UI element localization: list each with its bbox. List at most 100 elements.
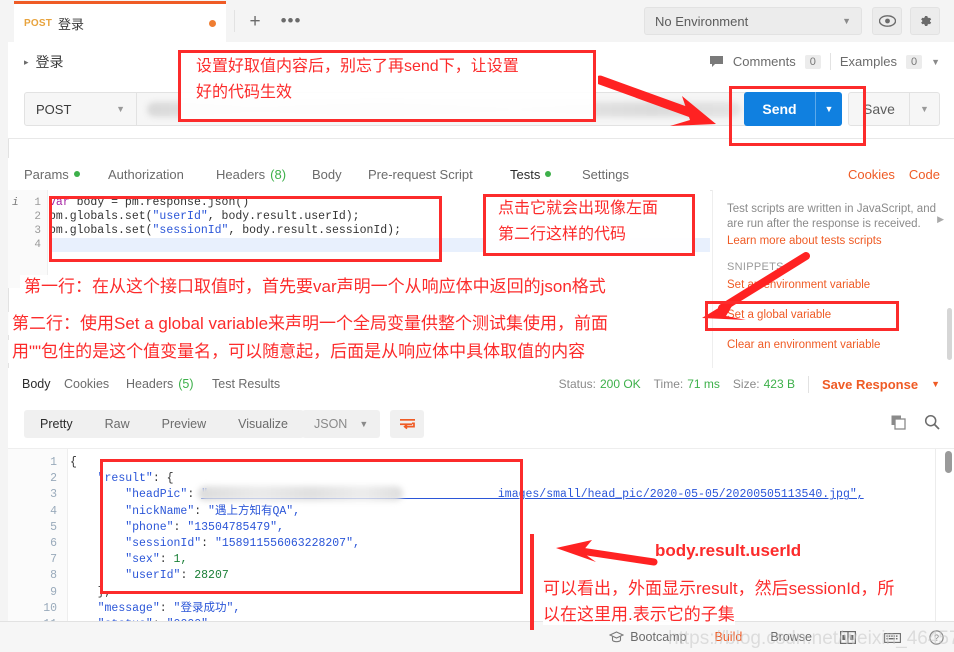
search-icon[interactable]	[924, 414, 940, 430]
wrap-lines-button[interactable]	[390, 410, 424, 438]
save-response-button[interactable]: Save Response	[822, 377, 918, 392]
cookies-link[interactable]: Cookies	[848, 167, 895, 182]
annotation-text-click-line1: 点击它就会出现像左面	[498, 200, 659, 217]
json-key-message: "message"	[97, 601, 160, 615]
new-tab-button[interactable]: +	[240, 8, 270, 34]
comments-count: 0	[804, 54, 821, 69]
tab-tests[interactable]: Tests	[510, 158, 552, 192]
view-visualize[interactable]: Visualize	[222, 410, 304, 438]
tab-more-button[interactable]: •••	[276, 8, 306, 34]
snippets-description: Test scripts are written in JavaScript, …	[727, 203, 936, 230]
response-tab-cookies[interactable]: Cookies	[64, 368, 109, 400]
breadcrumb[interactable]: ▸ 登录	[24, 52, 64, 72]
view-preview[interactable]: Preview	[146, 410, 222, 438]
response-tabs: Body Cookies Headers (5) Test Results St…	[8, 368, 954, 402]
tab-count: (5)	[178, 377, 194, 391]
response-tab-body[interactable]: Body	[22, 368, 51, 402]
tab-label: Params	[24, 166, 69, 182]
breadcrumb-label: 登录	[35, 54, 64, 70]
two-pane-button[interactable]	[826, 630, 870, 644]
view-raw[interactable]: Raw	[89, 410, 146, 438]
annotation-text-send-line2: 好的代码生效	[196, 84, 293, 101]
status-label: Status:	[558, 377, 596, 391]
tab-label: Body	[312, 166, 342, 182]
copy-icon[interactable]	[891, 415, 906, 430]
annotation-text-body-result-userid: body.result.userId	[655, 541, 802, 560]
gear-icon	[921, 16, 932, 26]
request-tab-name: 登录	[58, 16, 85, 32]
headpic-blurred-value	[198, 486, 403, 501]
annotation-arrow-userid	[556, 540, 658, 566]
response-scrollbar[interactable]	[945, 451, 952, 473]
bootcamp-label: Bootcamp	[630, 630, 687, 644]
tab-label: Settings	[582, 166, 629, 182]
response-view-segments: Pretty Raw Preview Visualize	[24, 410, 304, 438]
snippet-clear-environment-variable[interactable]: Clear an environment variable	[727, 339, 940, 351]
snippets-scrollbar[interactable]	[947, 308, 952, 360]
tab-settings[interactable]: Settings	[582, 158, 629, 190]
tab-label: Cookies	[64, 377, 110, 391]
response-gutter: 1234567891011	[8, 449, 68, 622]
build-button[interactable]: Build	[701, 630, 757, 644]
tab-label: Body	[22, 377, 51, 391]
unsaved-dot-icon	[209, 19, 216, 27]
svg-text:?: ?	[934, 633, 939, 643]
save-chevron-down-icon[interactable]: ▼	[910, 92, 940, 126]
http-method-select[interactable]: POST ▼	[24, 92, 137, 126]
annotation-text-send-line1: 设置好取值内容后，别忘了再send下，让设置	[196, 58, 519, 75]
size-label: Size:	[732, 377, 760, 391]
time-label: Time:	[653, 377, 684, 391]
code-link[interactable]: Code	[909, 167, 940, 182]
settings-button[interactable]	[910, 7, 940, 35]
examples-label[interactable]: Examples	[840, 54, 897, 69]
request-tabs-right: Cookies Code	[848, 158, 940, 190]
chevron-down-icon: ▼	[116, 104, 125, 114]
tab-label: Headers	[216, 166, 266, 182]
response-tab-test-results[interactable]: Test Results	[212, 368, 280, 400]
chevron-down-icon: ▼	[842, 16, 851, 26]
request-tab-login[interactable]: POST 登录	[14, 1, 226, 42]
snippets-collapse-icon[interactable]: ▶	[937, 214, 944, 225]
response-format-select[interactable]: JSON ▼	[302, 410, 381, 438]
annotation-box-result	[100, 459, 523, 594]
comment-icon	[709, 55, 723, 67]
response-tab-headers[interactable]: Headers (5)	[126, 368, 194, 400]
editor-info-icon: i	[12, 197, 19, 209]
annotation-text-line3: 用""包住的是这个值变量名，可以随意起，后面是从响应体中具体取值的内容	[8, 340, 590, 363]
annotation-arrow-send	[598, 75, 716, 126]
environment-quick-look-button[interactable]	[872, 7, 902, 35]
tab-body[interactable]: Body	[312, 158, 342, 190]
tab-separator	[234, 10, 235, 32]
tab-pre-request-script[interactable]: Pre-request Script	[368, 158, 473, 190]
eye-icon	[878, 15, 896, 27]
active-dot-icon	[73, 171, 80, 177]
environment-selector[interactable]: No Environment ▼	[644, 7, 862, 35]
response-right-tools	[891, 414, 940, 430]
keyboard-icon	[884, 631, 901, 643]
examples-chevron-down-icon[interactable]: ▼	[931, 57, 940, 67]
help-button[interactable]: ?	[915, 629, 954, 645]
chevron-right-icon: ▸	[24, 56, 29, 67]
annotation-text-bottom-line1: 可以看出，外面显示result，然后sessionId，所	[543, 578, 895, 599]
tab-headers[interactable]: Headers (8)	[216, 158, 286, 190]
annotation-text-click-line2: 第二行这样的代码	[498, 226, 627, 243]
save-response-chevron-down-icon[interactable]: ▼	[931, 379, 940, 389]
status-bar: Bootcamp Build Browse ?	[0, 621, 954, 652]
postman-window: POST 登录 + ••• No Environment ▼ ▸ 登录 Comm…	[0, 0, 954, 652]
two-pane-icon	[840, 630, 856, 644]
tab-authorization[interactable]: Authorization	[108, 158, 184, 190]
editor-gutter: i1234	[8, 190, 48, 288]
keyboard-shortcuts-button[interactable]	[870, 631, 915, 643]
view-pretty[interactable]: Pretty	[24, 410, 89, 438]
browse-button[interactable]: Browse	[756, 630, 826, 644]
tab-strip: POST 登录 + ••• No Environment ▼	[8, 0, 954, 43]
active-dot-icon	[545, 171, 552, 177]
tab-label: Headers	[126, 377, 174, 391]
response-format-value: JSON	[314, 417, 348, 431]
response-status-group: Status: 200 OK Time: 71 ms Size: 423 B S…	[559, 368, 940, 400]
request-tabs: Params Authorization Headers (8) Body Pr…	[8, 158, 954, 192]
bootcamp-button[interactable]: Bootcamp	[595, 630, 700, 644]
tab-params[interactable]: Params	[24, 158, 80, 190]
comments-label[interactable]: Comments	[733, 54, 796, 69]
annotation-box-send-button	[729, 86, 866, 146]
